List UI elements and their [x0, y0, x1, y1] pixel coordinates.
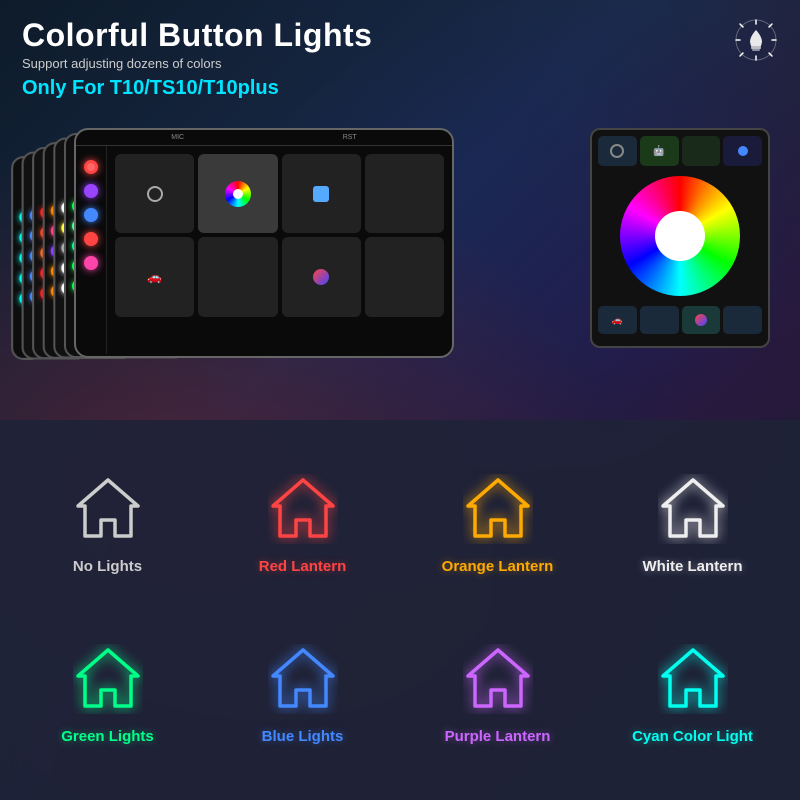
bulb-icon [734, 18, 778, 62]
device-area: MIC RST [0, 108, 800, 378]
light-label-cyan-color-light: Cyan Color Light [632, 728, 753, 746]
header-section: Colorful Button Lights Support adjusting… [0, 0, 800, 100]
house-icon-green-lights [73, 644, 143, 714]
light-item-blue-lights: Blue Lights [205, 610, 400, 780]
model-text: Only For T10/TS10/T10plus [22, 77, 778, 100]
house-icon-blue-lights [268, 644, 338, 714]
light-label-green-lights: Green Lights [61, 728, 154, 746]
light-item-green-lights: Green Lights [10, 610, 205, 780]
house-icon-red-lantern [268, 474, 338, 544]
color-wheel-panel: 🤖 🚗 [590, 128, 770, 348]
light-item-orange-lantern: Orange Lantern [400, 440, 595, 610]
light-label-orange-lantern: Orange Lantern [442, 558, 554, 576]
house-icon-orange-lantern [463, 474, 533, 544]
house-icon-purple-lantern [463, 644, 533, 714]
lights-grid: No Lights Red Lantern Orange Lantern Whi… [0, 420, 800, 800]
light-label-white-lantern: White Lantern [643, 558, 743, 576]
page-title: Colorful Button Lights [22, 18, 778, 53]
light-label-blue-lights: Blue Lights [262, 728, 344, 746]
light-item-red-lantern: Red Lantern [205, 440, 400, 610]
house-icon-white-lantern [658, 474, 728, 544]
light-item-white-lantern: White Lantern [595, 440, 790, 610]
light-item-purple-lantern: Purple Lantern [400, 610, 595, 780]
house-icon-cyan-color-light [658, 644, 728, 714]
subtitle-text: Support adjusting dozens of colors [22, 56, 778, 71]
light-item-cyan-color-light: Cyan Color Light [595, 610, 790, 780]
light-label-no-lights: No Lights [73, 558, 142, 576]
tablet-main: MIC RST [74, 128, 454, 358]
light-label-red-lantern: Red Lantern [259, 558, 347, 576]
light-label-purple-lantern: Purple Lantern [445, 728, 551, 746]
light-item-no-lights: No Lights [10, 440, 205, 610]
house-icon-no-lights [73, 474, 143, 544]
bottom-panel: No Lights Red Lantern Orange Lantern Whi… [0, 420, 800, 800]
